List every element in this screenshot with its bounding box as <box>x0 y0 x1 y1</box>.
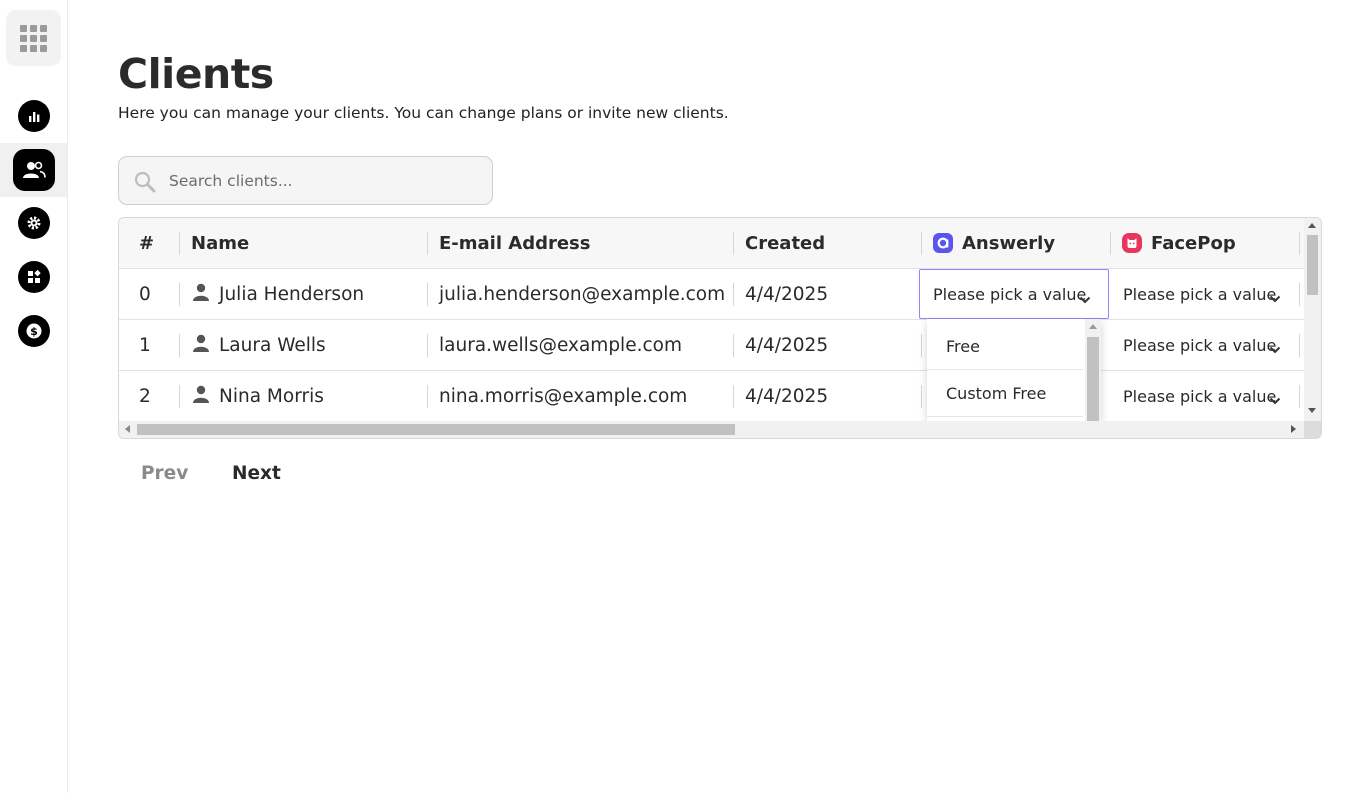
client-name: Julia Henderson <box>219 283 365 305</box>
facepop-logo-icon <box>1122 233 1142 253</box>
app-launcher-button[interactable] <box>6 10 61 66</box>
sidebar-item-analytics[interactable] <box>0 89 67 143</box>
row-number: 2 <box>139 385 151 407</box>
client-name-cell: Julia Henderson <box>179 269 426 319</box>
answerly-plan-dropdown-menu: Free Custom Free <box>927 319 1101 421</box>
row-number: 1 <box>139 334 151 356</box>
answerly-logo-icon <box>933 233 953 253</box>
dropdown-option-custom-free[interactable]: Custom Free <box>927 370 1083 417</box>
sidebar-item-settings[interactable] <box>0 196 67 250</box>
answerly-header-label: Answerly <box>962 232 1056 254</box>
clients-table: # Name E-mail Address Created Answerly F… <box>118 217 1322 439</box>
column-header-created[interactable]: Created <box>733 218 920 268</box>
search-box <box>118 156 493 205</box>
person-icon <box>191 384 211 409</box>
client-email: julia.henderson@example.com <box>427 269 732 319</box>
dropdown-scroll-thumb[interactable] <box>1087 337 1099 421</box>
client-name-cell: Laura Wells <box>179 320 426 370</box>
facepop-plan-value: Please pick a value <box>1123 335 1277 355</box>
grid-icon <box>20 24 47 52</box>
widgets-icon <box>17 261 50 293</box>
users-icon <box>12 149 55 191</box>
answerly-plan-select[interactable]: Please pick a value <box>919 269 1109 319</box>
client-email: nina.morris@example.com <box>427 371 732 421</box>
dropdown-option-free[interactable]: Free <box>927 323 1083 370</box>
column-header-number: # <box>139 232 155 254</box>
scrollbar-corner <box>1304 421 1321 438</box>
table-header-row: # Name E-mail Address Created Answerly F… <box>119 218 1305 269</box>
table-horizontal-scrollbar[interactable] <box>119 421 1305 438</box>
client-email: laura.wells@example.com <box>427 320 732 370</box>
next-page-button[interactable]: Next <box>232 463 281 484</box>
sidebar-item-clients[interactable] <box>0 143 67 197</box>
svg-text:$: $ <box>30 325 38 338</box>
column-header-email[interactable]: E-mail Address <box>427 218 732 268</box>
facepop-plan-select[interactable]: Please pick a value <box>1110 320 1298 370</box>
client-name-cell: Nina Morris <box>179 371 426 421</box>
scroll-right-arrow-icon[interactable] <box>1291 425 1296 433</box>
column-header-answerly: Answerly <box>921 218 1109 268</box>
search-input[interactable] <box>169 157 479 204</box>
client-name: Laura Wells <box>219 334 326 356</box>
vertical-scroll-thumb[interactable] <box>1307 235 1318 295</box>
facepop-plan-value: Please pick a value <box>1123 284 1277 304</box>
scroll-left-arrow-icon[interactable] <box>125 425 130 433</box>
table-vertical-scrollbar[interactable] <box>1304 218 1321 421</box>
facepop-plan-value: Please pick a value <box>1123 386 1277 406</box>
table-row: 0 Julia Henderson julia.henderson@exampl… <box>119 269 1305 320</box>
facepop-plan-select[interactable]: Please pick a value <box>1110 371 1298 421</box>
bar-chart-icon <box>17 100 50 132</box>
scroll-up-arrow-icon[interactable] <box>1089 324 1097 329</box>
sidebar: $ <box>0 0 68 793</box>
horizontal-scroll-thumb[interactable] <box>137 424 735 435</box>
person-icon <box>191 333 211 358</box>
chevron-down-icon <box>1269 390 1281 409</box>
chevron-down-icon <box>1269 339 1281 358</box>
search-icon <box>133 170 157 198</box>
column-header-name[interactable]: Name <box>179 218 426 268</box>
column-header-facepop: FacePop <box>1110 218 1298 268</box>
client-created-date: 4/4/2025 <box>733 269 920 319</box>
gear-icon <box>17 207 50 239</box>
client-created-date: 4/4/2025 <box>733 320 920 370</box>
page-subtitle: Here you can manage your clients. You ca… <box>118 104 729 122</box>
person-icon <box>191 282 211 307</box>
facepop-header-label: FacePop <box>1151 232 1236 254</box>
page-title: Clients <box>118 50 274 98</box>
client-name: Nina Morris <box>219 385 324 407</box>
scroll-up-arrow-icon[interactable] <box>1308 223 1316 228</box>
sidebar-item-apps[interactable] <box>0 250 67 304</box>
table-row: 2 Nina Morris nina.morris@example.com 4/… <box>119 371 1305 421</box>
scroll-down-arrow-icon[interactable] <box>1308 408 1316 413</box>
chevron-down-icon <box>1079 289 1091 308</box>
dollar-icon: $ <box>17 315 50 347</box>
facepop-plan-select[interactable]: Please pick a value <box>1110 269 1298 319</box>
chevron-down-icon <box>1269 288 1281 307</box>
sidebar-item-billing[interactable]: $ <box>0 304 67 358</box>
prev-page-button[interactable]: Prev <box>141 463 188 484</box>
answerly-plan-value: Please pick a value <box>933 284 1087 304</box>
row-number: 0 <box>139 283 151 305</box>
client-created-date: 4/4/2025 <box>733 371 920 421</box>
dropdown-scrollbar[interactable] <box>1085 319 1101 421</box>
table-row: 1 Laura Wells laura.wells@example.com 4/… <box>119 320 1305 371</box>
